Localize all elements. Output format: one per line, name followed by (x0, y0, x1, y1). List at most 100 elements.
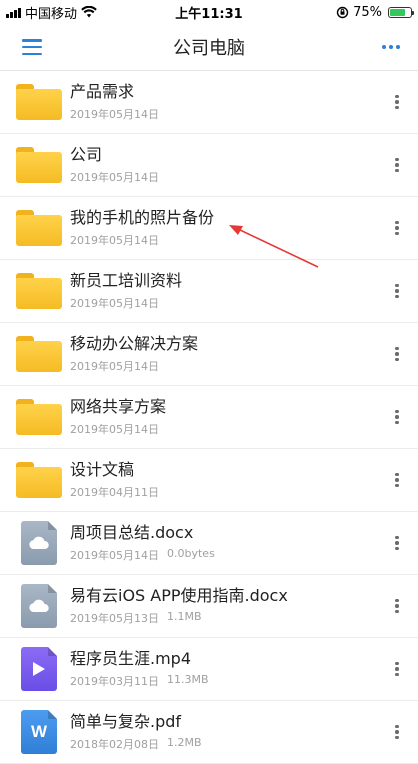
file-meta: 2019年05月13日 1.1MB (70, 610, 382, 626)
file-date: 2019年05月14日 (70, 171, 159, 184)
row-more-icon[interactable] (382, 220, 412, 236)
file-info: 网络共享方案 2019年05月14日 (70, 397, 382, 437)
file-meta: 2019年05月14日 (70, 358, 382, 374)
nav-bar: 公司电脑 (0, 24, 418, 71)
file-thumbnail: W (16, 709, 62, 755)
file-meta: 2019年05月14日 (70, 232, 382, 248)
status-left: 中国移动 (6, 3, 97, 22)
file-name: 新员工培训资料 (70, 271, 183, 290)
file-date: 2019年05月14日 (70, 108, 159, 121)
file-date: 2019年05月14日 (70, 360, 159, 373)
file-name: 设计文稿 (70, 460, 135, 479)
file-info: 新员工培训资料 2019年05月14日 (70, 271, 382, 311)
row-more-icon[interactable] (382, 409, 412, 425)
battery-icon (388, 6, 414, 18)
file-info: 我的手机的照片备份 2019年05月14日 (70, 208, 382, 248)
file-date: 2019年05月14日 (70, 423, 159, 436)
file-info: 程序员生涯.mp4 2019年03月11日 11.3MB (70, 649, 382, 689)
battery-fill (390, 8, 405, 16)
row-more-icon[interactable] (382, 283, 412, 299)
row-more-icon[interactable] (382, 94, 412, 110)
file-thumbnail (16, 142, 62, 188)
file-date: 2018年02月08日 (70, 738, 159, 751)
file-info: 设计文稿 2019年04月11日 (70, 460, 382, 500)
file-size: 1.1MB (167, 610, 202, 623)
file-size: 1.2MB (167, 736, 202, 749)
file-thumbnail (16, 331, 62, 377)
file-name: 产品需求 (70, 82, 135, 101)
page-title: 公司电脑 (173, 38, 245, 59)
video-file-icon (21, 647, 57, 691)
list-item[interactable]: 新员工培训资料 2019年05月14日 (0, 260, 418, 323)
folder-icon (16, 399, 62, 435)
wifi-icon (81, 6, 97, 18)
file-thumbnail (16, 394, 62, 440)
file-info: 公司 2019年05月14日 (70, 145, 382, 185)
file-info: 简单与复杂.pdf 2018年02月08日 1.2MB (70, 712, 382, 752)
list-item[interactable]: 程序员生涯.mp4 2019年03月11日 11.3MB (0, 638, 418, 701)
row-more-icon[interactable] (382, 598, 412, 614)
list-item[interactable]: 网络共享方案 2019年05月14日 (0, 386, 418, 449)
file-date: 2019年05月14日 (70, 234, 159, 247)
file-size: 11.3MB (167, 673, 209, 686)
file-info: 移动办公解决方案 2019年05月14日 (70, 334, 382, 374)
list-item[interactable]: 我的手机的照片备份 2019年05月14日 (0, 197, 418, 260)
row-more-icon[interactable] (382, 346, 412, 362)
word-document-icon: W (21, 710, 57, 754)
folder-icon (16, 147, 62, 183)
file-thumbnail (16, 646, 62, 692)
folder-icon (16, 336, 62, 372)
list-item[interactable]: 移动办公解决方案 2019年05月14日 (0, 323, 418, 386)
file-thumbnail (16, 520, 62, 566)
file-size: 0.0bytes (167, 547, 215, 560)
file-meta: 2019年05月14日 (70, 169, 382, 185)
file-meta: 2019年03月11日 11.3MB (70, 673, 382, 689)
file-name: 公司 (70, 145, 103, 164)
signal-icon (6, 7, 21, 18)
folder-icon (16, 273, 62, 309)
row-more-icon[interactable] (382, 157, 412, 173)
file-list: 产品需求 2019年05月14日 公司 2019年05月14日 我的手机的照片备份 201… (0, 71, 418, 764)
more-dots-icon[interactable] (380, 39, 402, 55)
cloud-document-icon (21, 521, 57, 565)
file-name: 网络共享方案 (70, 397, 167, 416)
carrier-label: 中国移动 (25, 6, 78, 22)
folder-icon (16, 462, 62, 498)
row-more-icon[interactable] (382, 661, 412, 677)
file-date: 2019年05月14日 (70, 297, 159, 310)
status-bar: 中国移动 上午11:31 75% (0, 0, 418, 24)
row-more-icon[interactable] (382, 535, 412, 551)
file-name: 移动办公解决方案 (70, 334, 199, 353)
file-meta: 2019年04月11日 (70, 484, 382, 500)
file-name: 周项目总结.docx (70, 523, 194, 542)
list-item[interactable]: 公司 2019年05月14日 (0, 134, 418, 197)
orientation-lock-icon (336, 6, 349, 18)
file-date: 2019年04月11日 (70, 486, 159, 499)
list-item[interactable]: 产品需求 2019年05月14日 (0, 71, 418, 134)
list-item[interactable]: 易有云iOS APP使用指南.docx 2019年05月13日 1.1MB (0, 575, 418, 638)
hamburger-icon[interactable] (22, 39, 42, 55)
file-thumbnail (16, 457, 62, 503)
list-item[interactable]: W 简单与复杂.pdf 2018年02月08日 1.2MB (0, 701, 418, 764)
row-more-icon[interactable] (382, 724, 412, 740)
file-thumbnail (16, 205, 62, 251)
file-info: 产品需求 2019年05月14日 (70, 82, 382, 122)
file-thumbnail (16, 268, 62, 314)
list-item[interactable]: 设计文稿 2019年04月11日 (0, 449, 418, 512)
folder-icon (16, 84, 62, 120)
battery-percent: 75% (353, 4, 382, 20)
file-meta: 2019年05月14日 (70, 421, 382, 437)
file-info: 易有云iOS APP使用指南.docx 2019年05月13日 1.1MB (70, 586, 382, 626)
file-name: 易有云iOS APP使用指南.docx (70, 586, 288, 605)
file-meta: 2018年02月08日 1.2MB (70, 736, 382, 752)
file-name: 程序员生涯.mp4 (70, 649, 192, 668)
row-more-icon[interactable] (382, 472, 412, 488)
status-right: 75% (336, 4, 414, 20)
file-name: 我的手机的照片备份 (70, 208, 215, 227)
file-info: 周项目总结.docx 2019年05月14日 0.0bytes (70, 523, 382, 563)
file-meta: 2019年05月14日 (70, 106, 382, 122)
file-thumbnail (16, 79, 62, 125)
list-item[interactable]: 周项目总结.docx 2019年05月14日 0.0bytes (0, 512, 418, 575)
file-meta: 2019年05月14日 0.0bytes (70, 547, 382, 563)
file-date: 2019年03月11日 (70, 675, 159, 688)
